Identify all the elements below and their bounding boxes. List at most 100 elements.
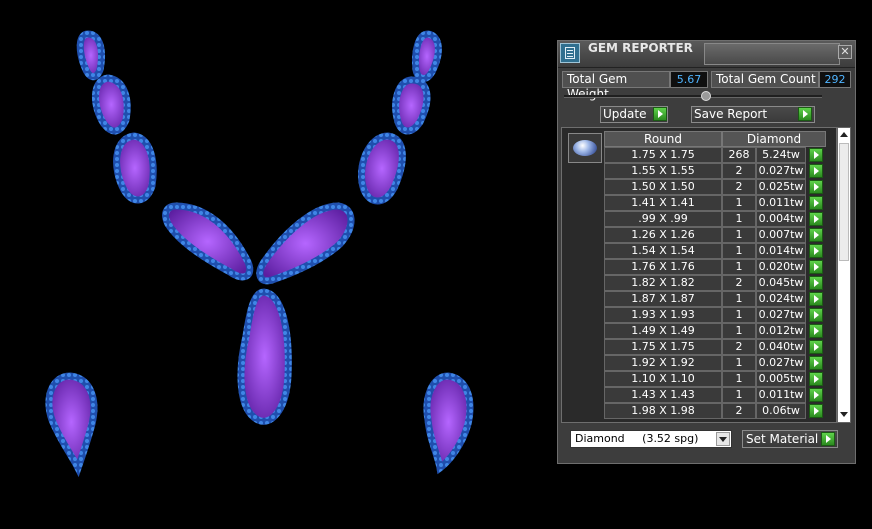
gem-count-cell: 1 xyxy=(722,195,756,211)
play-icon[interactable] xyxy=(809,292,823,306)
gem-size-cell: 1.87 X 1.87 xyxy=(604,291,722,307)
gem-weight-cell: 0.06tw xyxy=(756,403,806,419)
gem-size-cell: 1.26 X 1.26 xyxy=(604,227,722,243)
table-row[interactable]: 1.76 X 1.76 1 0.020tw xyxy=(604,259,830,275)
scroll-down-icon[interactable] xyxy=(839,410,849,420)
table-row[interactable]: 1.75 X 1.75 2 0.040tw xyxy=(604,339,830,355)
play-icon[interactable] xyxy=(809,164,823,178)
table-row[interactable]: 1.41 X 1.41 1 0.011tw xyxy=(604,195,830,211)
gem-weight-cell: 0.027tw xyxy=(756,307,806,323)
gem-weight-cell: 0.027tw xyxy=(756,163,806,179)
gem-weight-cell: 5.24tw xyxy=(756,147,806,163)
table-row[interactable]: 1.49 X 1.49 1 0.012tw xyxy=(604,323,830,339)
save-report-button-label: Save Report xyxy=(694,107,768,121)
play-icon xyxy=(798,107,812,121)
table-row[interactable]: 1.43 X 1.43 1 0.011tw xyxy=(604,387,830,403)
table-row[interactable]: 1.54 X 1.54 1 0.014tw xyxy=(604,243,830,259)
gem-weight-cell: 0.005tw xyxy=(756,371,806,387)
gem-weight-cell: 0.020tw xyxy=(756,259,806,275)
gem-weight-cell: 0.011tw xyxy=(756,195,806,211)
scroll-thumb[interactable] xyxy=(839,143,849,261)
play-icon[interactable] xyxy=(809,260,823,274)
gem-weight-cell: 0.027tw xyxy=(756,355,806,371)
slider-thumb[interactable] xyxy=(701,91,711,101)
gem-count-cell: 1 xyxy=(722,259,756,275)
gem-weight-cell: 0.007tw xyxy=(756,227,806,243)
table-row[interactable]: 1.75 X 1.75 268 5.24tw xyxy=(604,147,830,163)
gem-icon[interactable] xyxy=(568,133,602,163)
material-select-value: Diamond (3.52 spg) xyxy=(575,432,699,445)
total-gem-count-value: 292 xyxy=(819,71,851,88)
gem-size-cell: 1.54 X 1.54 xyxy=(604,243,722,259)
slider-track[interactable] xyxy=(564,95,822,98)
material-column-header: Diamond xyxy=(722,131,826,147)
play-icon[interactable] xyxy=(809,356,823,370)
dropdown-arrow-icon[interactable] xyxy=(716,432,730,446)
table-row[interactable]: 1.50 X 1.50 2 0.025tw xyxy=(604,179,830,195)
table-row[interactable]: .99 X .99 1 0.004tw xyxy=(604,211,830,227)
scrollbar[interactable] xyxy=(837,127,851,423)
play-icon[interactable] xyxy=(809,324,823,338)
table-row[interactable]: 1.55 X 1.55 2 0.027tw xyxy=(604,163,830,179)
gem-list: Round Diamond 1.75 X 1.75 268 5.24tw 1.55 X… xyxy=(561,127,837,423)
update-button-label: Update xyxy=(603,107,647,121)
play-icon[interactable] xyxy=(809,340,823,354)
title-bar[interactable]: GEM REPORTER ✕ xyxy=(558,41,855,68)
table-row[interactable]: 1.82 X 1.82 2 0.045tw xyxy=(604,275,830,291)
table-row[interactable]: 1.87 X 1.87 1 0.024tw xyxy=(604,291,830,307)
shape-column-header: Round xyxy=(604,131,722,147)
play-icon[interactable] xyxy=(809,388,823,402)
play-icon[interactable] xyxy=(809,372,823,386)
gem-weight-cell: 0.040tw xyxy=(756,339,806,355)
gem-weight-cell: 0.024tw xyxy=(756,291,806,307)
gem-count-cell: 1 xyxy=(722,211,756,227)
gem-size-cell: 1.10 X 1.10 xyxy=(604,371,722,387)
play-icon xyxy=(821,432,835,446)
gem-size-cell: .99 X .99 xyxy=(604,211,722,227)
play-icon[interactable] xyxy=(809,276,823,290)
play-icon[interactable] xyxy=(809,180,823,194)
play-icon[interactable] xyxy=(809,196,823,210)
save-report-button[interactable]: Save Report xyxy=(691,106,815,123)
gem-weight-cell: 0.011tw xyxy=(756,387,806,403)
update-button[interactable]: Update xyxy=(600,106,668,123)
play-icon[interactable] xyxy=(809,308,823,322)
table-row[interactable]: 1.26 X 1.26 1 0.007tw xyxy=(604,227,830,243)
gem-count-cell: 2 xyxy=(722,403,756,419)
table-row[interactable]: 1.10 X 1.10 1 0.005tw xyxy=(604,371,830,387)
set-material-button[interactable]: Set Material xyxy=(742,430,838,448)
gem-size-cell: 1.75 X 1.75 xyxy=(604,339,722,355)
close-icon[interactable]: ✕ xyxy=(838,45,852,59)
material-select[interactable]: Diamond (3.52 spg) xyxy=(570,430,732,448)
play-icon[interactable] xyxy=(809,212,823,226)
table-row[interactable]: 1.93 X 1.93 1 0.027tw xyxy=(604,307,830,323)
play-icon[interactable] xyxy=(809,404,823,418)
gem-count-cell: 1 xyxy=(722,387,756,403)
gem-count-cell: 2 xyxy=(722,339,756,355)
window-title: GEM REPORTER xyxy=(588,41,693,55)
gem-count-cell: 2 xyxy=(722,275,756,291)
gem-size-cell: 1.41 X 1.41 xyxy=(604,195,722,211)
gem-count-cell: 268 xyxy=(722,147,756,163)
gem-size-cell: 1.76 X 1.76 xyxy=(604,259,722,275)
3d-viewport[interactable] xyxy=(0,0,550,525)
gem-size-cell: 1.50 X 1.50 xyxy=(604,179,722,195)
necklace xyxy=(45,30,474,478)
gem-weight-cell: 0.025tw xyxy=(756,179,806,195)
jewelry-render[interactable] xyxy=(0,0,550,525)
gem-count-cell: 1 xyxy=(722,307,756,323)
total-gem-count-label: Total Gem Count xyxy=(711,71,819,88)
gem-count-cell: 1 xyxy=(722,243,756,259)
table-row[interactable]: 1.98 X 1.98 2 0.06tw xyxy=(604,403,830,419)
gem-count-cell: 1 xyxy=(722,371,756,387)
gem-weight-cell: 0.012tw xyxy=(756,323,806,339)
set-material-button-label: Set Material xyxy=(746,432,819,446)
play-icon[interactable] xyxy=(809,148,823,162)
gem-count-cell: 1 xyxy=(722,227,756,243)
gem-size-cell: 1.92 X 1.92 xyxy=(604,355,722,371)
scroll-up-icon[interactable] xyxy=(839,130,849,140)
play-icon[interactable] xyxy=(809,228,823,242)
table-row[interactable]: 1.92 X 1.92 1 0.027tw xyxy=(604,355,830,371)
gem-size-cell: 1.49 X 1.49 xyxy=(604,323,722,339)
play-icon[interactable] xyxy=(809,244,823,258)
